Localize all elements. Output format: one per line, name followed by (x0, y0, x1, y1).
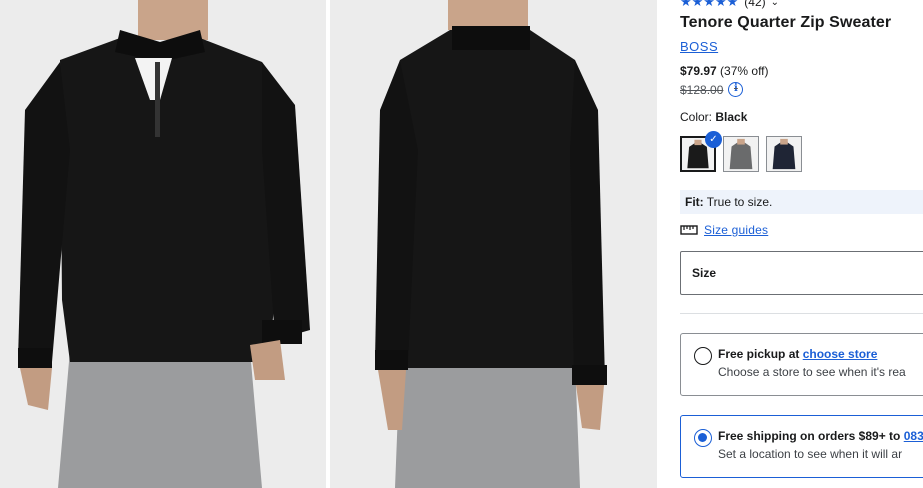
star-rating-icon: ★★★★★ (680, 0, 739, 9)
size-guides-link[interactable]: Size guides (704, 223, 768, 237)
pickup-title: Free pickup at choose store (718, 347, 877, 361)
info-icon[interactable]: i (728, 82, 744, 97)
product-info-panel: ★★★★★ (42) ⌄ Tenore Quarter Zip Sweater … (680, 0, 923, 488)
swatch-grey[interactable] (723, 136, 759, 172)
color-label: Color: Black (680, 110, 747, 124)
ruler-icon (680, 225, 698, 235)
shipping-subtitle: Set a location to see when it will ar (718, 447, 903, 461)
size-guide-row: Size guides (680, 223, 768, 237)
model-back-illustration (330, 0, 657, 488)
product-title: Tenore Quarter Zip Sweater (680, 14, 892, 31)
product-image-back[interactable] (330, 0, 657, 488)
fit-label: Fit: (685, 195, 704, 209)
size-select[interactable]: Size (680, 251, 923, 295)
rating-summary[interactable]: ★★★★★ (42) ⌄ (680, 0, 779, 9)
product-image-front[interactable] (0, 0, 326, 488)
model-front-illustration (0, 0, 326, 488)
chevron-down-icon: ⌄ (770, 0, 780, 8)
sweater-thumbnail-icon (767, 137, 801, 171)
brand-link[interactable]: BOSS (680, 39, 718, 54)
sweater-thumbnail-icon (724, 137, 758, 171)
sale-price: $79.97 (680, 64, 717, 78)
zip-code-link[interactable]: 0833 (904, 429, 923, 443)
swatch-navy[interactable] (766, 136, 802, 172)
original-price-line: $128.00 i (680, 82, 744, 97)
shipping-title-text: Free shipping on orders $89+ to (718, 429, 904, 443)
color-label-text: Color: (680, 110, 713, 124)
shipping-radio[interactable] (694, 429, 712, 447)
pickup-option[interactable]: Free pickup at choose store Choose a sto… (680, 333, 923, 396)
original-price: $128.00 (680, 82, 724, 97)
selected-check-icon: ✓ (705, 131, 722, 148)
color-swatches: ✓ (680, 131, 802, 172)
discount-percent: (37% off) (720, 64, 769, 78)
pickup-title-text: Free pickup at (718, 347, 803, 361)
pickup-subtitle: Choose a store to see when it's rea (718, 365, 906, 379)
fit-text: True to size. (706, 195, 773, 209)
fit-note: Fit: True to size. (680, 190, 923, 214)
pickup-radio[interactable] (694, 347, 712, 365)
price-line: $79.97 (37% off) (680, 64, 769, 78)
rating-count: (42) (744, 0, 766, 9)
shipping-option[interactable]: Free shipping on orders $89+ to 0833 Set… (680, 415, 923, 478)
choose-store-link[interactable]: choose store (803, 347, 878, 361)
divider (680, 313, 923, 314)
shipping-title: Free shipping on orders $89+ to 0833 (718, 429, 923, 443)
selected-color-name: Black (715, 110, 748, 124)
